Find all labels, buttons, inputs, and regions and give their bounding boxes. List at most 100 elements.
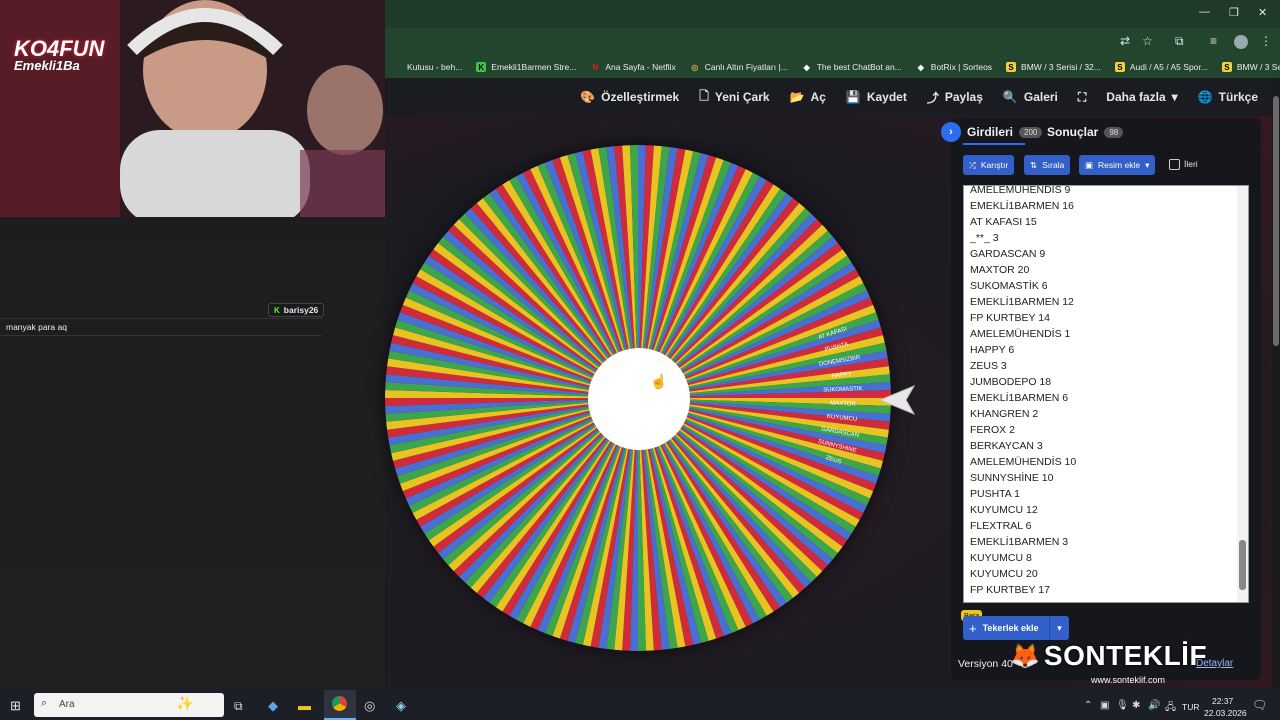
entry-item[interactable]: FLEXTRAL 6 bbox=[964, 518, 1248, 534]
notification-icon[interactable]: 🗨 bbox=[1252, 698, 1267, 712]
close-icon[interactable]: ✕ bbox=[1258, 6, 1267, 19]
entry-item[interactable]: HAPPY 6 bbox=[964, 342, 1248, 358]
entry-item[interactable]: SUNNYSHİNE 10 bbox=[964, 470, 1248, 486]
queue-icon[interactable]: ≡ bbox=[1210, 34, 1217, 48]
task-view-icon[interactable]: ⧉ bbox=[234, 699, 243, 714]
translate-icon[interactable]: ⇄ bbox=[1120, 34, 1130, 48]
entry-item[interactable]: AMELEMÜHENDİS 10 bbox=[964, 454, 1248, 470]
shuffle-button[interactable]: ⤮ Karıştır bbox=[963, 155, 1015, 175]
app-icon[interactable]: ◎ bbox=[364, 698, 375, 714]
language-button[interactable]: 🌐 Türkçe bbox=[1198, 90, 1258, 104]
clock-date[interactable]: 22.03.2026 bbox=[1204, 708, 1247, 718]
page-scrollbar-thumb[interactable] bbox=[1273, 96, 1279, 346]
entry-item[interactable]: AT KAFASI 15 bbox=[964, 214, 1248, 230]
tray-chevron-icon[interactable]: ⌃ bbox=[1084, 700, 1092, 711]
wheel-pointer-icon bbox=[878, 384, 916, 416]
app-icon[interactable]: ◆ bbox=[268, 698, 278, 714]
open-button[interactable]: 📂 Aç bbox=[790, 90, 826, 104]
microphone-icon[interactable]: 🎙 bbox=[1116, 700, 1129, 711]
bookmark-item[interactable]: Kutusu - beh... bbox=[385, 62, 469, 72]
entry-item[interactable]: EMEKLİ1BARMEN 6 bbox=[964, 390, 1248, 406]
chat-message: manyak para aq bbox=[6, 322, 67, 332]
taskbar-search[interactable]: ⌕ Ara ✨ bbox=[34, 693, 224, 717]
windows-start-icon[interactable]: ⊞ bbox=[10, 698, 21, 714]
save-label: Kaydet bbox=[866, 90, 907, 104]
bookmark-item[interactable]: K Emekli1Barmen Stre... bbox=[469, 62, 583, 72]
entry-item[interactable]: KUYUMCU 8 bbox=[964, 550, 1248, 566]
entries-list[interactable]: AMELEMÜHENDİS 9 EMEKLİ1BARMEN 16 AT KAFASI… bbox=[963, 185, 1249, 603]
add-image-button[interactable]: ▣ Resim ekle ▾ bbox=[1079, 155, 1156, 175]
chrome-icon bbox=[332, 696, 347, 711]
entry-item[interactable]: EMEKLİ1BARMEN 3 bbox=[964, 534, 1248, 550]
profile-avatar[interactable] bbox=[1234, 35, 1248, 49]
tray-icon[interactable]: ▣ bbox=[1100, 700, 1109, 711]
volume-icon[interactable]: 🔊 bbox=[1148, 700, 1160, 711]
entry-item[interactable]: JUMBODEPO 18 bbox=[964, 374, 1248, 390]
save-icon: 💾 bbox=[845, 90, 861, 104]
entry-item[interactable]: KUYUMCU 20 bbox=[964, 566, 1248, 582]
extensions-icon[interactable]: ⧉ bbox=[1175, 34, 1184, 49]
wheel-center[interactable] bbox=[588, 348, 690, 450]
gallery-button[interactable]: 🔍 Galeri bbox=[1003, 90, 1058, 104]
add-wheel-button[interactable]: + Tekerlek ekle ▾ bbox=[963, 616, 1069, 640]
bookmark-item[interactable]: S Audi / A5 / A5 Spor... bbox=[1108, 62, 1215, 72]
entry-item[interactable]: FP KURTBEY 14 bbox=[964, 310, 1248, 326]
bookmark-item[interactable]: N Ana Sayfa - Netflix bbox=[583, 62, 682, 72]
share-button[interactable]: ⤴ Paylaş bbox=[927, 89, 983, 106]
entries-scrollbar-thumb[interactable] bbox=[1239, 540, 1246, 590]
bookmark-item[interactable]: ◆ BotRix | Sorteos bbox=[909, 62, 999, 72]
share-icon: ⤴ bbox=[926, 90, 939, 105]
chevron-right-icon[interactable]: › bbox=[941, 122, 961, 142]
bookmark-item[interactable]: S BMW / 3 Serisi / 32... bbox=[1215, 62, 1280, 72]
new-wheel-button[interactable]: 🗋 Yeni Çark bbox=[699, 87, 769, 108]
entry-item[interactable]: KUYUMCU 12 bbox=[964, 502, 1248, 518]
tab-entries[interactable]: › Girdileri 200 bbox=[941, 122, 1043, 142]
entry-item[interactable]: AMELEMÜHENDİS 9 bbox=[964, 186, 1248, 198]
entry-item[interactable]: GARDASCAN 9 bbox=[964, 246, 1248, 262]
input-language[interactable]: TUR bbox=[1182, 702, 1199, 712]
save-button[interactable]: 💾 Kaydet bbox=[846, 90, 907, 104]
customize-button[interactable]: 🎨 Özelleştirmek bbox=[580, 90, 679, 104]
entries-list-inner: AMELEMÜHENDİS 9 EMEKLİ1BARMEN 16 AT KAFASI… bbox=[964, 186, 1248, 598]
version-label: Versiyon 40 bbox=[958, 658, 1013, 670]
tab-results[interactable]: Sonuçlar 98 bbox=[1047, 125, 1124, 139]
fullscreen-button[interactable]: ⛶ bbox=[1078, 90, 1086, 105]
entry-item[interactable]: MAXTOR 20 bbox=[964, 262, 1248, 278]
watermark-text: SONTEKLİF bbox=[1043, 640, 1208, 671]
chevron-down-icon: ▾ bbox=[1171, 90, 1178, 104]
entry-item[interactable]: AMELEMÜHENDİS 1 bbox=[964, 326, 1248, 342]
tray-icon[interactable]: ✱ bbox=[1132, 700, 1140, 711]
sort-button[interactable]: ⇅ Sırala bbox=[1024, 155, 1071, 175]
entry-item[interactable]: FP KURTBEY 17 bbox=[964, 582, 1248, 598]
bookmark-label: Ana Sayfa - Netflix bbox=[605, 62, 676, 72]
bookmarks-bar: Kutusu - beh... K Emekli1Barmen Stre... N… bbox=[385, 56, 1280, 78]
customize-label: Özelleştirmek bbox=[601, 90, 680, 104]
entry-item[interactable]: EMEKLİ1BARMEN 12 bbox=[964, 294, 1248, 310]
chevron-down-icon[interactable]: ▾ bbox=[1049, 616, 1069, 640]
minimize-icon[interactable]: — bbox=[1199, 6, 1210, 18]
file-icon: 🗋 bbox=[699, 88, 709, 103]
entry-item[interactable]: ZEUS 3 bbox=[964, 358, 1248, 374]
bookmark-item[interactable]: S BMW / 3 Serisi / 32... bbox=[999, 62, 1108, 72]
file-explorer-icon[interactable]: ▬ bbox=[298, 698, 311, 713]
star-icon[interactable]: ☆ bbox=[1142, 34, 1153, 48]
bookmark-item[interactable]: ◆ The best ChatBot an... bbox=[795, 62, 909, 72]
more-menu-button[interactable]: Daha fazla ▾ bbox=[1106, 90, 1177, 104]
clock-time[interactable]: 22:37 bbox=[1212, 696, 1233, 706]
entry-item[interactable]: FEROX 2 bbox=[964, 422, 1248, 438]
entry-item[interactable]: PUSHTA 1 bbox=[964, 486, 1248, 502]
restore-icon[interactable]: ❐ bbox=[1229, 6, 1239, 19]
entry-item[interactable]: SUKOMASTİK 6 bbox=[964, 278, 1248, 294]
advanced-checkbox[interactable] bbox=[1169, 159, 1180, 170]
bookmark-item[interactable]: ◎ Canlı Altın Fiyatları |... bbox=[683, 62, 795, 72]
entry-item[interactable]: _**_ 3 bbox=[964, 230, 1248, 246]
network-icon[interactable]: 🖧 bbox=[1165, 700, 1176, 717]
entry-item[interactable]: BERKAYCAN 3 bbox=[964, 438, 1248, 454]
chat-username: barisy26 bbox=[283, 305, 319, 315]
app-icon[interactable]: ◈ bbox=[396, 698, 406, 714]
menu-icon[interactable]: ⋮ bbox=[1260, 34, 1272, 48]
chatbot-icon: ◆ bbox=[803, 62, 810, 72]
entry-item[interactable]: KHANGREN 2 bbox=[964, 406, 1248, 422]
entry-item[interactable]: EMEKLİ1BARMEN 16 bbox=[964, 198, 1248, 214]
taskbar-chrome-active[interactable] bbox=[324, 690, 356, 720]
